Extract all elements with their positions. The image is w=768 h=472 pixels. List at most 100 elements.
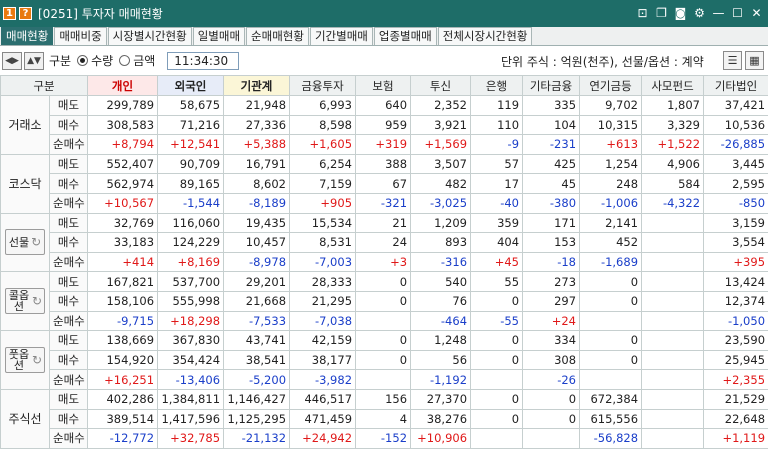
value-cell: -8,978 bbox=[223, 251, 291, 273]
value-cell: +613 bbox=[579, 134, 643, 155]
header-individual[interactable]: 개인 bbox=[87, 75, 159, 96]
value-cell: 389,514 bbox=[87, 408, 159, 430]
table-row[interactable]: 매수 562,974 89,165 8,602 7,159 67 482 17 45 248 584… bbox=[1, 173, 768, 194]
value-cell: -3,982 bbox=[289, 369, 357, 390]
value-cell: 640 bbox=[355, 95, 412, 116]
value-cell: 167,821 bbox=[87, 271, 159, 292]
value-cell: 38,541 bbox=[223, 349, 291, 371]
value-cell: 308 bbox=[522, 349, 581, 371]
prev-next-arrows[interactable]: ◀▶ bbox=[2, 51, 22, 70]
table-row[interactable]: 코스닥 매도 552,407 90,709 16,791 6,254 388 3,507 57 4… bbox=[0, 153, 768, 214]
table-row[interactable]: 매수 33,183 124,229 10,457 8,531 24 893 404 153 452… bbox=[1, 232, 768, 253]
radio-amount[interactable]: 금액 bbox=[119, 52, 155, 69]
group-toggle-button[interactable]: 콜옵션 ↻ bbox=[5, 288, 45, 315]
radio-dot-icon[interactable] bbox=[77, 55, 89, 66]
tab-trading-status[interactable]: 매매현황 bbox=[1, 27, 54, 45]
table-row[interactable]: 거래소 매도 299,789 58,675 21,948 6,993 640 2,352 119… bbox=[0, 95, 768, 155]
value-cell: 138,669 bbox=[87, 330, 159, 351]
value-cell: 71,216 bbox=[157, 114, 225, 136]
header-gubun[interactable]: 구분 bbox=[0, 75, 89, 96]
header-institution[interactable]: 기관계 bbox=[223, 75, 291, 96]
table-row[interactable]: 선물 ↻ 매도 32,769 116,060 19,435 15,534 21 1,209 359… bbox=[0, 212, 768, 273]
value-cell: 0 bbox=[579, 271, 643, 292]
header-insurance[interactable]: 보험 bbox=[355, 75, 412, 96]
group-label-cell: 주식선 bbox=[0, 388, 50, 449]
table-row[interactable]: 순매수 -12,772 +32,785 -21,132 +24,942 -152 +10,9… bbox=[1, 428, 768, 449]
grid-view-icon[interactable]: ▦ bbox=[745, 51, 764, 70]
tab-daily[interactable]: 일별매매 bbox=[192, 27, 246, 45]
value-cell: 3,329 bbox=[641, 114, 705, 136]
table-row[interactable]: 순매수 +16,251 -13,406 -5,200 -3,982 -1,192 -26 +2… bbox=[1, 369, 768, 390]
tab-market-time[interactable]: 시장별시간현황 bbox=[107, 27, 192, 45]
table-row[interactable]: 매수 154,920 354,424 38,541 38,177 0 56 0 308 0 25,9… bbox=[1, 349, 768, 371]
header-other-corp[interactable]: 기타법인 bbox=[703, 75, 768, 96]
maximize-icon[interactable]: ☐ bbox=[730, 6, 745, 21]
window-title: [0251] 투자자 매매현황 bbox=[38, 7, 163, 21]
tab-period[interactable]: 기간별매매 bbox=[309, 27, 373, 45]
value-cell: 22,648 bbox=[703, 408, 768, 430]
group-label: 코스닥 bbox=[8, 177, 42, 192]
group-label-cell[interactable]: 콜옵션 ↻ bbox=[0, 271, 50, 332]
table-row[interactable]: 순매수 -9,715 +18,298 -7,533 -7,038 -464 -55 +24 -1… bbox=[1, 310, 768, 332]
value-cell: 58,675 bbox=[157, 95, 225, 116]
value-cell: 37,421 bbox=[703, 95, 768, 116]
close-icon[interactable]: ✕ bbox=[749, 6, 764, 21]
header-foreigner[interactable]: 외국인 bbox=[157, 75, 225, 96]
value-cell: +395 bbox=[703, 251, 768, 273]
table-row[interactable]: 주식선 매도 402,286 1,384,811 1,146,427 446,517 156… bbox=[0, 388, 768, 449]
header-trust[interactable]: 투신 bbox=[410, 75, 472, 96]
tab-bar: 매매현황 매매비중 시장별시간현황 일별매매 순매매현황 기간별매매 업종별매매… bbox=[0, 27, 768, 46]
value-cell: 29,201 bbox=[223, 271, 291, 292]
table-row[interactable]: 매수 389,514 1,417,596 1,125,295 471,459 4 38,27… bbox=[1, 408, 768, 430]
refresh-icon: ↻ bbox=[31, 234, 42, 249]
pin-icon[interactable]: ⊡ bbox=[635, 6, 650, 21]
tab-all-market-time[interactable]: 전체시장시간현황 bbox=[437, 27, 533, 45]
radio-dot-icon[interactable] bbox=[119, 55, 131, 66]
gear-icon[interactable]: ⚙ bbox=[692, 6, 707, 21]
table-row[interactable]: 순매수 +10,567 -1,544 -8,189 +905 -321 -3,025 -40-… bbox=[1, 192, 768, 214]
header-private-fund[interactable]: 사모펀드 bbox=[641, 75, 705, 96]
table-row[interactable]: 매수 308,583 71,216 27,336 8,598 959 3,921 110 104… bbox=[1, 114, 768, 136]
time-field[interactable]: 11:34:30 bbox=[167, 51, 240, 70]
value-cell: -18 bbox=[522, 251, 581, 273]
header-financial-investment[interactable]: 금융투자 bbox=[289, 75, 357, 96]
value-cell: 45 bbox=[522, 173, 581, 194]
list-view-icon[interactable]: ☰ bbox=[723, 51, 742, 70]
header-bank[interactable]: 은행 bbox=[470, 75, 524, 96]
group-toggle-button[interactable]: 풋옵션 ↻ bbox=[5, 347, 45, 374]
minimize-icon[interactable]: — bbox=[711, 6, 726, 21]
group-label-cell[interactable]: 풋옵션 ↻ bbox=[0, 330, 50, 390]
header-pension[interactable]: 연기금등 bbox=[579, 75, 643, 96]
help-icon[interactable]: ? bbox=[19, 7, 32, 20]
table-row[interactable]: 풋옵션 ↻ 매도 138,669 367,830 43,741 42,159 0 1,248 0 3… bbox=[0, 330, 768, 390]
table-row[interactable]: 콜옵션 ↻ 매도 167,821 537,700 29,201 28,333 0 540 55 27… bbox=[0, 271, 768, 332]
table-row[interactable]: 순매수 +8,794 +12,541 +5,388 +1,605 +319 +1,569 -9… bbox=[1, 134, 768, 155]
value-cell: -321 bbox=[355, 192, 412, 214]
up-down-arrows[interactable]: ▲▼ bbox=[24, 51, 44, 70]
group-toggle-button[interactable]: 선물 ↻ bbox=[5, 229, 45, 256]
group-label: 콜옵션 bbox=[8, 289, 30, 314]
radio-amount-label: 금액 bbox=[133, 54, 156, 68]
header-other-financial[interactable]: 기타금융 bbox=[522, 75, 581, 96]
value-cell: 402,286 bbox=[87, 388, 159, 410]
value-cell: -1,689 bbox=[579, 251, 643, 273]
copy-icon[interactable]: ❐ bbox=[654, 6, 669, 21]
value-cell: -55 bbox=[470, 310, 524, 332]
value-cell bbox=[641, 349, 705, 371]
table-row[interactable]: 매수 158,106 555,998 21,668 21,295 0 76 0 297 0 12,3… bbox=[1, 290, 768, 312]
tab-trading-ratio[interactable]: 매매비중 bbox=[54, 27, 107, 45]
table-row[interactable]: 순매수 +414 +8,169 -8,978 -7,003 +3 -316 +45 -18 -1,… bbox=[1, 251, 768, 273]
camera-icon[interactable]: ◙ bbox=[673, 6, 688, 21]
tab-net-trading[interactable]: 순매매현황 bbox=[246, 27, 309, 45]
window-number-badge[interactable]: 1 bbox=[3, 7, 16, 20]
group-label: 선물 bbox=[8, 235, 30, 249]
group-label-cell[interactable]: 선물 ↻ bbox=[0, 212, 50, 273]
row-type-label: 매수 bbox=[48, 349, 89, 371]
value-cell: 2,595 bbox=[703, 173, 768, 194]
value-cell: 25,945 bbox=[703, 349, 768, 371]
tab-sector[interactable]: 업종별매매 bbox=[373, 27, 437, 45]
value-cell bbox=[641, 369, 705, 390]
radio-quantity[interactable]: 수량 bbox=[77, 52, 113, 69]
value-cell: -56,828 bbox=[579, 428, 643, 449]
row-type-label: 순매수 bbox=[48, 310, 89, 332]
